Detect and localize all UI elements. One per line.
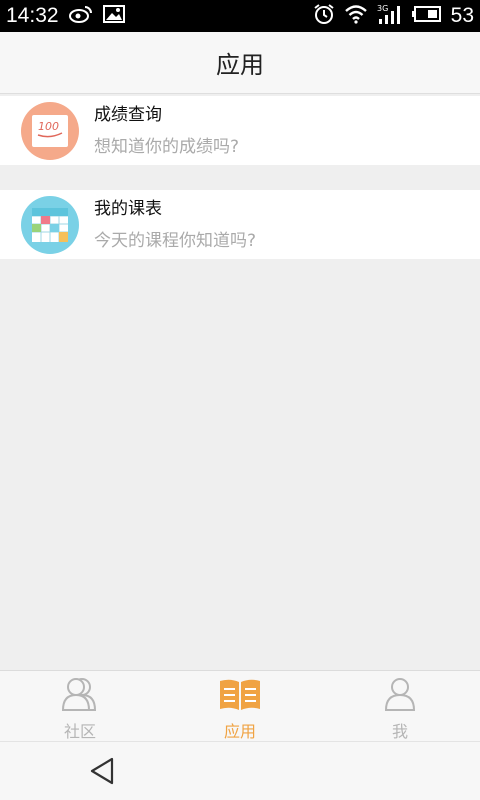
tab-label: 社区 bbox=[63, 722, 96, 741]
list-item-grade-query[interactable]: 100 成绩查询 想知道你的成绩吗? bbox=[0, 96, 480, 165]
item-subtitle: 今天的课程你知道吗? bbox=[94, 231, 257, 251]
grade-report-icon: 100 bbox=[21, 102, 79, 160]
bottom-tab-bar: 社区 应用 我 bbox=[0, 670, 480, 741]
header: 应用 bbox=[0, 32, 480, 94]
svg-text:3G: 3G bbox=[377, 4, 388, 13]
tab-community[interactable]: 社区 bbox=[0, 671, 160, 741]
list-item-my-timetable[interactable]: 我的课表 今天的课程你知道吗? bbox=[0, 190, 480, 259]
tab-apps[interactable]: 应用 bbox=[160, 671, 320, 741]
alarm-icon bbox=[313, 3, 335, 29]
system-nav-bar bbox=[0, 741, 480, 800]
page-title: 应用 bbox=[216, 51, 264, 79]
person-icon bbox=[383, 677, 417, 715]
tab-label: 应用 bbox=[223, 722, 256, 741]
tab-label: 我 bbox=[391, 722, 408, 741]
status-time: 14:32 bbox=[6, 4, 59, 27]
battery-icon bbox=[411, 5, 442, 27]
timetable-icon bbox=[21, 196, 79, 254]
status-bar: 14:32 3G 53 bbox=[0, 0, 480, 32]
book-icon bbox=[218, 677, 262, 715]
image-icon bbox=[102, 5, 125, 27]
svg-text:100: 100 bbox=[38, 120, 59, 133]
item-subtitle: 想知道你的成绩吗? bbox=[94, 137, 240, 157]
battery-level: 53 bbox=[450, 4, 474, 27]
item-title: 成绩查询 bbox=[94, 105, 162, 125]
item-title: 我的课表 bbox=[94, 199, 162, 219]
3g-signal-icon: 3G bbox=[377, 3, 403, 29]
community-icon bbox=[60, 677, 100, 715]
weibo-icon bbox=[68, 4, 93, 28]
wifi-icon bbox=[344, 4, 368, 28]
back-triangle-icon[interactable] bbox=[88, 756, 118, 786]
tab-me[interactable]: 我 bbox=[320, 671, 480, 741]
